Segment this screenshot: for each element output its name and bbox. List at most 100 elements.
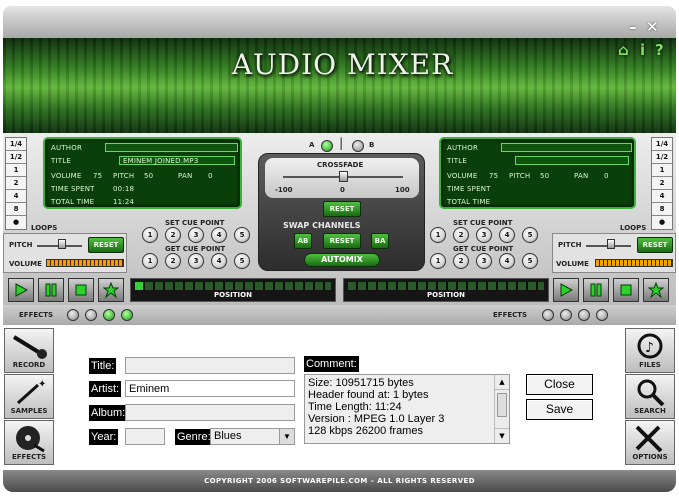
get-cue-3[interactable]: 3 xyxy=(476,253,492,269)
help-icon[interactable]: ? xyxy=(655,41,664,59)
get-cue-2[interactable]: 2 xyxy=(453,253,469,269)
stop-button[interactable] xyxy=(613,278,639,302)
crossfade-min: -100 xyxy=(275,186,293,194)
loop-tab[interactable]: 2 xyxy=(6,177,26,190)
title-tag-input[interactable] xyxy=(125,357,295,374)
comment-line: Time Length: 11:24 xyxy=(308,401,402,413)
loop-tab[interactable]: 8 xyxy=(652,203,672,216)
pitch-reset-button[interactable]: RESET xyxy=(637,237,673,253)
swap-ba-button[interactable]: BA xyxy=(371,233,389,249)
crossfade-thumb[interactable] xyxy=(339,171,348,182)
effect-slot[interactable] xyxy=(560,309,572,321)
get-cue-4[interactable]: 4 xyxy=(499,253,515,269)
track-title: EMINEM JOINED.MP3 xyxy=(123,157,199,165)
set-cue-5[interactable]: 5 xyxy=(522,227,538,243)
get-cue-1[interactable]: 1 xyxy=(142,253,158,269)
get-cue-4[interactable]: 4 xyxy=(211,253,227,269)
channel-a-indicator[interactable] xyxy=(321,140,333,152)
get-cue-3[interactable]: 3 xyxy=(188,253,204,269)
pitch-slider-thumb[interactable] xyxy=(58,239,66,249)
set-cue-4[interactable]: 4 xyxy=(499,227,515,243)
pause-button[interactable] xyxy=(38,278,64,302)
effects-label-a: EFFECTS xyxy=(19,311,54,319)
effect-slot[interactable] xyxy=(596,309,608,321)
comment-textarea[interactable]: Size: 10951715 bytes Header found at: 1 … xyxy=(304,374,510,444)
position-bar-b[interactable]: POSITION xyxy=(343,278,549,302)
set-cue-1[interactable]: 1 xyxy=(430,227,446,243)
comment-line: Header found at: 1 bytes xyxy=(308,389,429,401)
close-tag-button[interactable]: Close xyxy=(526,374,593,395)
genre-select[interactable]: Blues ▼ xyxy=(210,428,295,445)
effect-slot[interactable] xyxy=(542,309,554,321)
artist-tag-input[interactable] xyxy=(125,380,295,397)
time-spent-label: TIME SPENT xyxy=(51,185,95,193)
pause-button[interactable] xyxy=(583,278,609,302)
automix-button[interactable]: AUTOMIX xyxy=(304,253,380,267)
scroll-down-icon[interactable]: ▼ xyxy=(495,428,509,443)
loop-tab[interactable]: 4 xyxy=(652,190,672,203)
genre-selected-value: Blues xyxy=(214,430,242,442)
get-cue-5[interactable]: 5 xyxy=(522,253,538,269)
loop-tab[interactable]: 1/4 xyxy=(652,138,672,151)
scroll-up-icon[interactable]: ▲ xyxy=(495,375,509,390)
swap-reset-button[interactable]: RESET xyxy=(323,233,361,249)
get-cue-1[interactable]: 1 xyxy=(430,253,446,269)
position-bar-a[interactable]: POSITION xyxy=(130,278,336,302)
scroll-thumb[interactable] xyxy=(497,393,507,417)
crossfade-reset-button[interactable]: RESET xyxy=(323,201,361,217)
play-button[interactable] xyxy=(8,278,34,302)
loop-tab-off[interactable]: ● xyxy=(6,216,26,229)
home-icon[interactable]: ⌂ xyxy=(618,41,629,59)
loop-tab[interactable]: 1 xyxy=(652,164,672,177)
title-bar[interactable]: – ✕ xyxy=(3,6,676,38)
volume-meter[interactable] xyxy=(595,259,673,267)
minimize-button[interactable]: – xyxy=(629,18,637,36)
swap-ab-button[interactable]: AB xyxy=(294,233,312,249)
files-button[interactable]: ♪ FILES xyxy=(625,328,675,373)
loop-tab[interactable]: 4 xyxy=(6,190,26,203)
loop-tab[interactable]: 1 xyxy=(6,164,26,177)
loop-tab[interactable]: 1/2 xyxy=(6,151,26,164)
effect-button[interactable] xyxy=(643,278,669,302)
stop-button[interactable] xyxy=(68,278,94,302)
search-button[interactable]: SEARCH xyxy=(625,374,675,419)
effect-slot[interactable] xyxy=(578,309,590,321)
author-label: AUTHOR xyxy=(51,144,83,152)
effect-slot[interactable] xyxy=(67,309,79,321)
set-cue-2[interactable]: 2 xyxy=(165,227,181,243)
set-cue-2[interactable]: 2 xyxy=(453,227,469,243)
effect-slot-active[interactable] xyxy=(121,309,133,321)
chevron-down-icon[interactable]: ▼ xyxy=(279,429,294,444)
record-button[interactable]: RECORD xyxy=(4,328,54,373)
effect-slot-active[interactable] xyxy=(103,309,115,321)
loop-tab[interactable]: 1/4 xyxy=(6,138,26,151)
loop-tab-off[interactable]: ● xyxy=(652,216,672,229)
get-cue-2[interactable]: 2 xyxy=(165,253,181,269)
set-cue-1[interactable]: 1 xyxy=(142,227,158,243)
channel-b-indicator[interactable] xyxy=(352,140,364,152)
effect-slot[interactable] xyxy=(85,309,97,321)
volume-value: 75 xyxy=(93,172,103,180)
comment-scrollbar[interactable]: ▲ ▼ xyxy=(494,375,509,443)
set-cue-3[interactable]: 3 xyxy=(188,227,204,243)
samples-button[interactable]: ✦ SAMPLES xyxy=(4,374,54,419)
volume-meter[interactable] xyxy=(46,259,124,267)
set-cue-4[interactable]: 4 xyxy=(211,227,227,243)
effect-button[interactable] xyxy=(98,278,124,302)
info-icon[interactable]: i xyxy=(640,41,645,59)
effects-button[interactable]: EFFECTS xyxy=(4,420,54,465)
album-tag-input[interactable] xyxy=(125,404,295,421)
pitch-slider-thumb[interactable] xyxy=(607,239,615,249)
year-tag-input[interactable] xyxy=(125,428,165,445)
loop-tab[interactable]: 1/2 xyxy=(652,151,672,164)
loop-tab[interactable]: 8 xyxy=(6,203,26,216)
set-cue-3[interactable]: 3 xyxy=(476,227,492,243)
set-cue-5[interactable]: 5 xyxy=(234,227,250,243)
save-tag-button[interactable]: Save xyxy=(526,399,593,420)
pitch-reset-button[interactable]: RESET xyxy=(88,237,124,253)
play-button[interactable] xyxy=(553,278,579,302)
get-cue-5[interactable]: 5 xyxy=(234,253,250,269)
close-button[interactable]: ✕ xyxy=(646,18,659,36)
options-button[interactable]: OPTIONS xyxy=(625,420,675,465)
loop-tab[interactable]: 2 xyxy=(652,177,672,190)
